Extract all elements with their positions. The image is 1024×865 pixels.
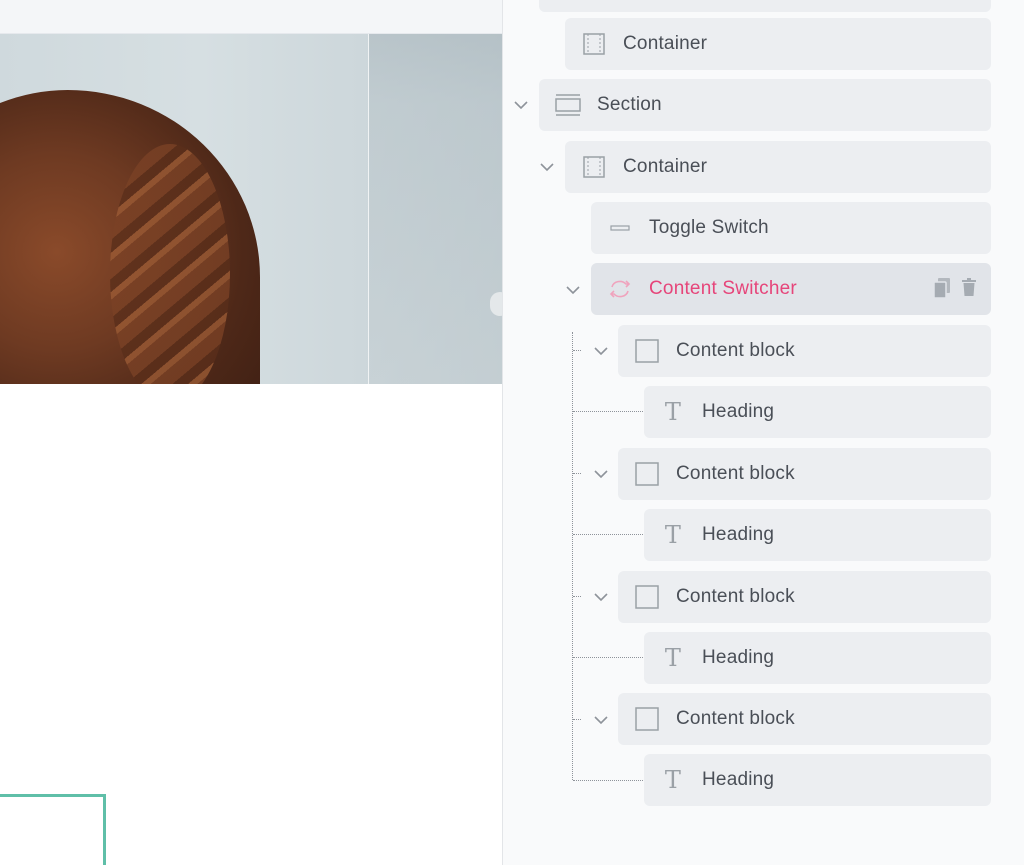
- drag-handle[interactable]: [490, 292, 502, 316]
- structure-row-label: Content block: [676, 708, 795, 729]
- chevron-down-icon[interactable]: [563, 280, 583, 300]
- block-icon: [634, 338, 660, 364]
- chevron-down-icon[interactable]: [511, 95, 531, 115]
- structure-row-heading[interactable]: T Heading: [644, 386, 991, 438]
- text-icon: T: [664, 521, 682, 549]
- structure-row-container[interactable]: Container: [565, 141, 991, 193]
- structure-row-heading[interactable]: T Heading: [644, 632, 991, 684]
- switcher-icon: [607, 276, 633, 302]
- structure-row-heading[interactable]: T Heading: [644, 509, 991, 561]
- text-icon: T: [664, 766, 682, 794]
- tree-guide-line: [572, 332, 573, 780]
- structure-row-content-switcher[interactable]: Content Switcher: [591, 263, 991, 315]
- structure-row-heading[interactable]: T Heading: [644, 754, 991, 806]
- container-icon: [581, 31, 607, 57]
- section-icon: [555, 92, 581, 118]
- structure-row-content-block[interactable]: Content block: [618, 325, 991, 377]
- block-icon: [634, 461, 660, 487]
- block-icon: [634, 706, 660, 732]
- chevron-down-icon[interactable]: [537, 157, 557, 177]
- trash-icon[interactable]: [961, 277, 977, 305]
- block-icon: [634, 584, 660, 610]
- structure-row-label: Section: [597, 94, 662, 115]
- structure-row-container[interactable]: Container: [565, 18, 991, 70]
- editor-canvas[interactable]: [0, 0, 502, 865]
- structure-row-label: Container: [623, 33, 708, 54]
- chevron-down-icon[interactable]: [591, 341, 611, 361]
- structure-row-label: Content block: [676, 340, 795, 361]
- chevron-down-icon[interactable]: [591, 710, 611, 730]
- chevron-down-icon[interactable]: [591, 587, 611, 607]
- canvas-top-strip: [0, 0, 502, 34]
- structure-row-label: Heading: [702, 769, 775, 790]
- structure-row-content-block[interactable]: Content block: [618, 571, 991, 623]
- structure-row-label: Content Switcher: [649, 278, 797, 299]
- structure-row-content-block[interactable]: Content block: [618, 448, 991, 500]
- duplicate-icon[interactable]: [933, 277, 951, 305]
- structure-row-partial[interactable]: [539, 0, 991, 12]
- structure-row-label: Heading: [702, 647, 775, 668]
- structure-row-label: Toggle Switch: [649, 217, 769, 238]
- text-icon: T: [664, 644, 682, 672]
- outlined-box-element[interactable]: [0, 794, 106, 865]
- toggle-icon: [607, 215, 633, 241]
- structure-row-label: Heading: [702, 524, 775, 545]
- chevron-down-icon[interactable]: [591, 464, 611, 484]
- structure-row-toggle-switch[interactable]: Toggle Switch: [591, 202, 991, 254]
- structure-row-section[interactable]: Section: [539, 79, 991, 131]
- structure-row-label: Content block: [676, 586, 795, 607]
- hero-image[interactable]: [0, 34, 502, 384]
- container-icon: [581, 154, 607, 180]
- text-icon: T: [664, 398, 682, 426]
- structure-row-content-block[interactable]: Content block: [618, 693, 991, 745]
- structure-row-label: Container: [623, 156, 708, 177]
- structure-row-label: Heading: [702, 401, 775, 422]
- structure-panel: Container Section Container Toggle Switc…: [502, 0, 1024, 865]
- structure-row-label: Content block: [676, 463, 795, 484]
